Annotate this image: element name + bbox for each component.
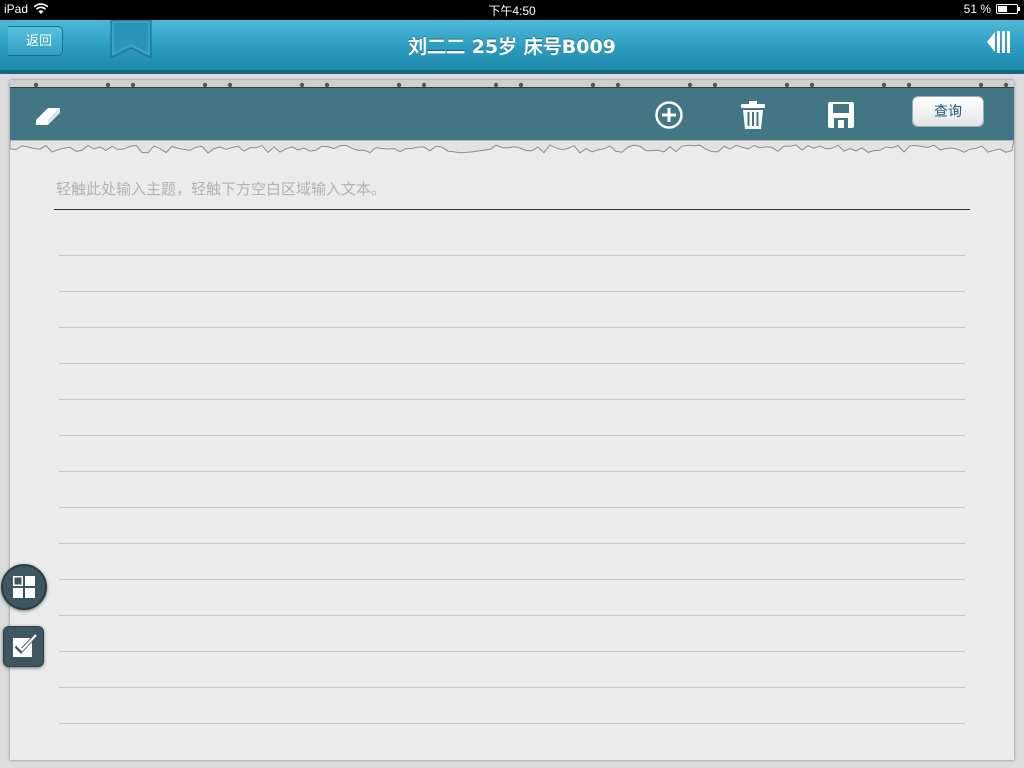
ruled-line bbox=[59, 435, 965, 436]
ruled-line bbox=[59, 327, 965, 328]
binding-ring bbox=[493, 82, 499, 88]
binding-ring bbox=[978, 82, 984, 88]
battery-percent: 51 % bbox=[963, 2, 991, 16]
ruled-line bbox=[59, 543, 965, 544]
binding-ring bbox=[105, 82, 111, 88]
binding-ring bbox=[809, 82, 815, 88]
binding-ring bbox=[687, 82, 693, 88]
note-toolbar: 查询 bbox=[10, 88, 1014, 143]
torn-paper-edge bbox=[10, 140, 1014, 154]
status-right: 51 % bbox=[963, 2, 1020, 16]
binding-ring bbox=[518, 82, 524, 88]
ruled-line bbox=[59, 579, 965, 580]
binding-ring bbox=[33, 82, 39, 88]
ruled-line bbox=[59, 363, 965, 364]
trash-icon[interactable] bbox=[739, 100, 767, 130]
binding-ring bbox=[299, 82, 305, 88]
ruled-line bbox=[59, 291, 965, 292]
binding-ring bbox=[590, 82, 596, 88]
binding-ring bbox=[396, 82, 402, 88]
panel-toggle-icon[interactable] bbox=[986, 28, 1010, 56]
battery-icon bbox=[996, 4, 1020, 14]
note-body[interactable] bbox=[54, 212, 970, 760]
navigation-bar: 返回 刘二二 25岁 床号B009 bbox=[0, 20, 1024, 74]
task-checklist-button[interactable] bbox=[3, 626, 44, 667]
ruled-line bbox=[59, 255, 965, 256]
ruled-line bbox=[59, 507, 965, 508]
ruled-line bbox=[59, 471, 965, 472]
layout-grid-button[interactable] bbox=[1, 564, 47, 610]
checkbox-icon bbox=[13, 634, 37, 657]
binding-ring bbox=[784, 82, 790, 88]
ruled-line bbox=[59, 399, 965, 400]
battery-fill bbox=[998, 6, 1008, 12]
binding-ring bbox=[421, 82, 427, 88]
binding-ring bbox=[615, 82, 621, 88]
grid-icon bbox=[13, 576, 35, 598]
binding-ring bbox=[881, 82, 887, 88]
binding-ring bbox=[130, 82, 136, 88]
page-title: 刘二二 25岁 床号B009 bbox=[408, 36, 616, 58]
add-circle-icon[interactable] bbox=[654, 100, 684, 130]
binding-ring bbox=[324, 82, 330, 88]
binding-ring bbox=[1003, 82, 1009, 88]
save-icon[interactable] bbox=[827, 100, 855, 130]
binding-ring bbox=[712, 82, 718, 88]
subject-underline bbox=[54, 209, 970, 210]
eraser-icon[interactable] bbox=[34, 100, 64, 128]
binding-ring bbox=[227, 82, 233, 88]
note-editor: 查询 轻触此处输入主题，轻触下方空白区域输入文本。 bbox=[10, 80, 1014, 760]
status-time: 下午4:50 bbox=[488, 4, 536, 18]
ruled-line bbox=[59, 687, 965, 688]
ruled-line bbox=[59, 615, 965, 616]
ruled-line bbox=[59, 651, 965, 652]
ruled-line bbox=[59, 723, 965, 724]
binding-ring bbox=[906, 82, 912, 88]
binding-ring bbox=[202, 82, 208, 88]
subject-input[interactable]: 轻触此处输入主题，轻触下方空白区域输入文本。 bbox=[56, 178, 386, 199]
status-bar: iPad 下午4:50 51 % bbox=[0, 0, 1024, 20]
query-button[interactable]: 查询 bbox=[912, 96, 984, 127]
